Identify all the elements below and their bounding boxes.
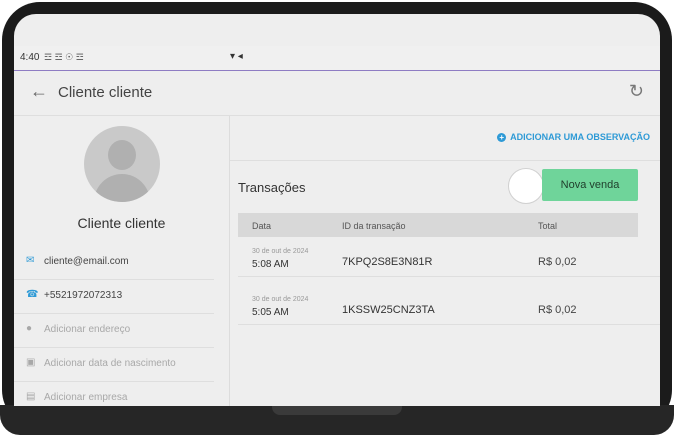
email-text: cliente@email.com [44,256,129,267]
toggle-switch[interactable] [508,168,544,204]
phone-row[interactable]: ☎ +5521972072313 [14,280,214,314]
notification-icons: ☲ ☲ ☉ ☲ [44,52,84,62]
transactions-panel: + ADICIONAR UMA OBSERVAÇÃO Transações Nov… [230,116,660,406]
client-name: Cliente cliente [77,215,166,231]
add-address-row[interactable]: ● Adicionar endereço [14,314,214,348]
transactions-title: Transações [238,180,306,195]
location-icon: ● [26,323,33,334]
add-birthdate-row[interactable]: ▣ Adicionar data de nascimento [14,348,214,382]
phone-icon: ☎ [26,289,39,300]
back-arrow-icon[interactable]: ← [30,81,48,102]
add-address-text: Adicionar endereço [44,324,131,335]
status-time: 4:40 [20,52,40,63]
add-note-link[interactable]: + ADICIONAR UMA OBSERVAÇÃO [497,132,650,143]
email-icon: ✉ [26,255,35,266]
client-panel: Cliente cliente ✉ cliente@email.com ☎ +5… [14,116,230,406]
row-time: 5:08 AM [252,259,289,270]
cake-icon: ▣ [26,357,36,368]
add-note-label: ADICIONAR UMA OBSERVAÇÃO [510,132,650,142]
add-birthdate-text: Adicionar data de nascimento [44,358,176,369]
new-sale-button[interactable]: Nova venda [542,169,638,201]
row-date: 30 de out de 2024 [252,296,309,303]
row-transaction-id: 7KPQ2S8E3N81R [342,256,433,268]
phone-text: +5521972072313 [44,290,123,301]
divider [230,160,660,161]
table-row[interactable]: 30 de out de 2024 5:08 AM 7KPQ2S8E3N81R … [238,242,660,277]
table-header: Data ID da transação Total [238,213,638,237]
column-date: Data [252,221,272,231]
email-row[interactable]: ✉ cliente@email.com [14,246,214,280]
avatar [84,126,160,202]
screen: 4:40 ☲ ☲ ☉ ☲ ▾ ◂ ← Cliente cliente ↻ Cli… [14,14,660,406]
column-total: Total [538,221,558,231]
app-bar: ← Cliente cliente ↻ [14,71,660,116]
row-time: 5:05 AM [252,307,289,318]
add-company-text: Adicionar empresa [44,392,128,403]
row-transaction-id: 1KSSW25CNZ3TA [342,304,435,316]
column-transaction-id: ID da transação [342,221,406,231]
table-row[interactable]: 30 de out de 2024 5:05 AM 1KSSW25CNZ3TA … [238,290,660,325]
plus-circle-icon: + [497,133,507,143]
add-company-row[interactable]: ▤ Adicionar empresa [14,382,214,406]
row-total: R$ 0,02 [538,304,577,316]
device-notch [272,405,402,415]
company-icon: ▤ [26,391,36,402]
avatar-head [108,140,136,170]
page-title: Cliente cliente [58,84,153,101]
row-total: R$ 0,02 [538,256,577,268]
avatar-body [94,174,150,202]
refresh-icon[interactable]: ↻ [629,81,644,102]
row-date: 30 de out de 2024 [252,248,309,255]
status-bar: 4:40 ☲ ☲ ☉ ☲ ▾ ◂ [14,46,660,71]
